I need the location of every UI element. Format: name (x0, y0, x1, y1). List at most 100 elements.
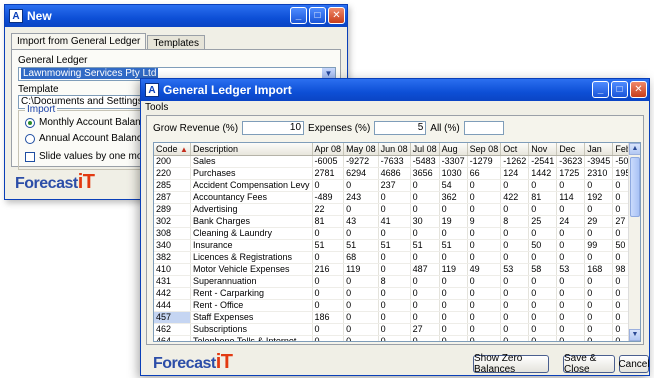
table-cell[interactable]: 22 (312, 203, 345, 216)
table-cell[interactable]: 0 (467, 191, 502, 204)
table-cell[interactable]: 487 (410, 263, 440, 276)
table-cell[interactable]: 0 (312, 287, 345, 300)
column-header-9[interactable]: Nov (528, 143, 558, 156)
table-row[interactable]: 289Advertising22000000000005 (154, 203, 640, 216)
table-row[interactable]: 462Subscriptions00027000000005 (154, 323, 640, 336)
table-cell[interactable]: Sales (190, 155, 313, 168)
all-input[interactable] (463, 121, 504, 135)
table-cell[interactable]: 54 (439, 179, 468, 192)
table-row[interactable]: 308Cleaning & Laundry000000000002225 (154, 227, 640, 240)
table-row[interactable]: 410 Motor Vehicle Expenses 216 119 0 487 119 49… (154, 263, 640, 276)
table-cell[interactable]: 0 (467, 287, 502, 300)
table-cell[interactable]: 53 (556, 263, 586, 276)
ledger-grid[interactable]: Code ▲ Description Apr 08 May 08 Jun 08 Jul 0… (153, 142, 641, 342)
table-cell[interactable]: Accident Compensation Levy (190, 179, 313, 192)
table-cell[interactable]: -3307 (439, 155, 468, 168)
gl-import-titlebar[interactable]: A General Ledger Import _ □ ✕ (141, 79, 649, 101)
grow-revenue-input[interactable]: 10 (242, 121, 305, 135)
table-row[interactable]: 464 Telephone Tolls & Internet 0 0 0 0 0 0 0 0 0 0 0… (154, 335, 640, 341)
table-cell[interactable]: 24 (556, 215, 586, 228)
column-header-8[interactable]: Oct (500, 143, 530, 156)
table-cell[interactable]: 124 (500, 167, 530, 180)
table-cell[interactable]: -489 (312, 191, 345, 204)
table-cell[interactable]: 25 (528, 215, 558, 228)
table-cell[interactable]: 0 (378, 335, 411, 341)
table-cell[interactable]: 0 (410, 287, 440, 300)
table-cell[interactable]: 0 (312, 335, 345, 341)
table-cell[interactable]: Licences & Registrations (190, 251, 313, 264)
table-cell[interactable]: Purchases (190, 167, 313, 180)
table-cell[interactable]: -1279 (467, 155, 502, 168)
table-cell[interactable]: 0 (500, 299, 530, 312)
table-cell[interactable]: 462 (154, 323, 191, 336)
table-cell[interactable]: 27 (410, 323, 440, 336)
table-cell[interactable]: 0 (439, 335, 468, 341)
table-cell[interactable]: 464 (154, 335, 191, 341)
table-cell[interactable]: 6294 (343, 167, 379, 180)
table-cell[interactable]: -9272 (343, 155, 379, 168)
table-cell[interactable]: 0 (556, 251, 586, 264)
table-cell[interactable]: 99 (584, 239, 614, 252)
save-close-button[interactable]: Save & Close (563, 353, 615, 375)
table-cell[interactable]: 0 (500, 251, 530, 264)
table-cell[interactable]: 0 (528, 179, 558, 192)
table-cell[interactable]: 0 (528, 275, 558, 288)
column-header-6[interactable]: Aug (439, 143, 468, 156)
table-cell[interactable]: 0 (378, 287, 411, 300)
table-cell[interactable]: 0 (410, 227, 440, 240)
table-cell[interactable]: 220 (154, 167, 191, 180)
table-cell[interactable]: 0 (343, 311, 379, 324)
table-cell[interactable]: Subscriptions (190, 323, 313, 336)
vertical-scrollbar[interactable]: ▲ ▼ (628, 143, 640, 341)
table-cell[interactable]: 0 (439, 311, 468, 324)
table-cell[interactable]: 285 (154, 179, 191, 192)
scroll-down-icon[interactable]: ▼ (629, 329, 640, 341)
table-row[interactable]: 442Rent - Carparking000000000001335 (154, 287, 640, 300)
table-cell[interactable]: 9 (467, 215, 502, 228)
table-cell[interactable]: 0 (500, 179, 530, 192)
table-cell[interactable]: Accountancy Fees (190, 191, 313, 204)
cancel-button[interactable]: Cancel (618, 355, 650, 373)
table-cell[interactable]: -1262 (500, 155, 530, 168)
table-cell[interactable]: 53 (500, 263, 530, 276)
table-cell[interactable]: 0 (556, 203, 586, 216)
table-cell[interactable]: 1030 (439, 167, 468, 180)
table-cell[interactable]: 0 (312, 323, 345, 336)
table-cell[interactable]: -2541 (528, 155, 558, 168)
table-cell[interactable]: 289 (154, 203, 191, 216)
table-cell[interactable]: 0 (528, 203, 558, 216)
table-cell[interactable]: Bank Charges (190, 215, 313, 228)
table-cell[interactable]: 0 (584, 227, 614, 240)
table-cell[interactable]: 362 (439, 191, 468, 204)
table-cell[interactable]: 0 (378, 251, 411, 264)
minimize-icon[interactable]: _ (290, 7, 307, 24)
column-header-7[interactable]: Sep 08 (467, 143, 502, 156)
maximize-icon[interactable]: □ (309, 7, 326, 24)
table-cell[interactable]: 0 (439, 287, 468, 300)
table-cell[interactable]: 0 (467, 203, 502, 216)
table-cell[interactable]: 68 (343, 251, 379, 264)
table-cell[interactable]: 50 (528, 239, 558, 252)
table-cell[interactable]: Superannuation (190, 275, 313, 288)
table-cell[interactable]: 0 (556, 287, 586, 300)
table-cell[interactable]: 308 (154, 227, 191, 240)
table-cell[interactable]: 0 (556, 179, 586, 192)
table-cell[interactable]: 8 (500, 215, 530, 228)
column-header-1[interactable]: Description (190, 143, 313, 156)
table-row[interactable]: 457Staff Expenses18600000000009245 (154, 311, 640, 324)
table-cell[interactable]: 0 (500, 287, 530, 300)
table-cell[interactable]: 0 (467, 239, 502, 252)
table-cell[interactable]: 1725 (556, 167, 586, 180)
table-cell[interactable]: 4686 (378, 167, 411, 180)
table-cell[interactable]: 410 (154, 263, 191, 276)
table-cell[interactable]: 19 (439, 215, 468, 228)
table-cell[interactable]: 1442 (528, 167, 558, 180)
table-cell[interactable]: 3656 (410, 167, 440, 180)
table-cell[interactable]: 186 (312, 311, 345, 324)
table-cell[interactable]: 0 (378, 299, 411, 312)
table-cell[interactable]: 0 (500, 311, 530, 324)
table-cell[interactable]: 0 (410, 335, 440, 341)
table-cell[interactable]: Motor Vehicle Expenses (190, 263, 313, 276)
table-cell[interactable]: 0 (467, 311, 502, 324)
table-cell[interactable]: 0 (343, 299, 379, 312)
